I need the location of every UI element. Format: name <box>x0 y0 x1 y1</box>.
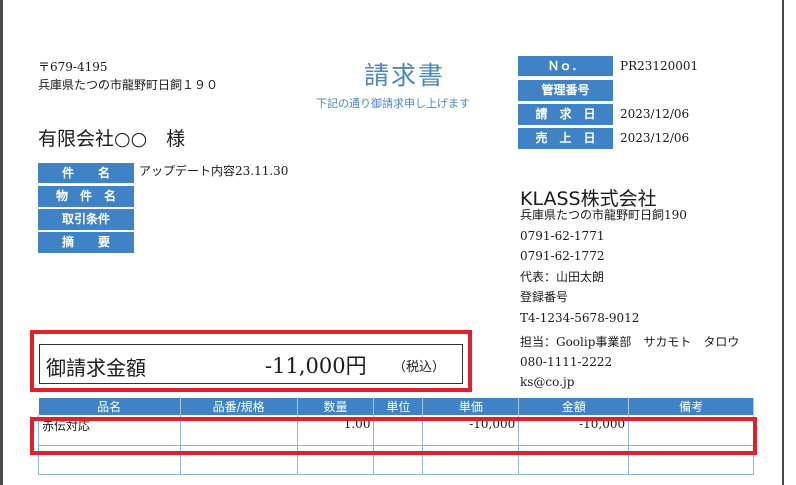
column-header-item-name: 品名 <box>38 398 181 415</box>
total-tax-note: （税込） <box>393 360 446 375</box>
meta-value: 2023/12/06 <box>620 131 690 145</box>
detail-label: 摘 要 <box>38 232 134 253</box>
total-label: 御請求金額 <box>46 356 146 380</box>
issuer-fax: 0791-62-1772 <box>520 249 605 263</box>
meta-label: 売 上 日 <box>518 128 613 149</box>
detail-label: 取引条件 <box>38 209 134 230</box>
issuer-registration-label: 登録番号 <box>520 290 569 304</box>
issuer-contact-email: ks@co.jp <box>520 375 575 389</box>
issuer-contact: 担当：Goolip事業部 サカモト タロウ 080-1111-2222 ks@c… <box>520 332 739 392</box>
issuer-contact-person: 担当：Goolip事業部 サカモト タロウ <box>520 335 740 349</box>
meta-label: 請 求 日 <box>518 104 613 125</box>
detail-value: アップデート内容23.11.30 <box>139 164 289 178</box>
table-header-row: 品名 品番/規格 数量 単位 単価 金額 備考 <box>38 398 754 415</box>
column-header-amount: 金額 <box>518 398 630 415</box>
column-header-unit: 単位 <box>373 398 424 415</box>
meta-label: Ｎｏ． <box>518 56 613 77</box>
page-right-border <box>782 0 784 485</box>
column-header-quantity: 数量 <box>297 398 375 415</box>
column-header-unit-price: 単価 <box>422 398 520 415</box>
recipient-postal: 〒679-4195 <box>38 60 108 74</box>
issuer-contact-phone: 080-1111-2222 <box>520 355 613 369</box>
meta-label: 管理番号 <box>518 80 613 101</box>
total-amount: -11,000円 <box>265 354 367 378</box>
detail-label: 物 件 名 <box>38 186 134 207</box>
issuer-registration-number: T4-1234-5678-9012 <box>520 310 640 325</box>
page-left-border <box>0 0 3 485</box>
meta-value: PR23120001 <box>620 59 699 73</box>
issuer-phone: 0791-62-1771 <box>520 228 605 243</box>
issuer-representative: 代表：山田太朗 <box>520 269 605 284</box>
total-amount-box: 御請求金額 -11,000円 （税込） <box>39 344 463 384</box>
column-header-notes: 備考 <box>628 398 754 415</box>
column-header-part-number: 品番/規格 <box>180 398 298 415</box>
recipient-address: 兵庫県たつの市龍野町日飼１９０ <box>38 78 219 92</box>
detail-label: 件 名 <box>38 163 134 184</box>
document-subtitle: 下記の通り御請求申し上げます <box>316 97 470 110</box>
recipient-name: 有限会社○○ 様 <box>38 128 186 150</box>
issuer-info: 兵庫県たつの市龍野町日飼190 0791-62-1771 0791-62-177… <box>520 205 687 328</box>
row-highlight-box <box>30 417 757 455</box>
document-title: 請求書 <box>364 61 446 90</box>
issuer-address: 兵庫県たつの市龍野町日飼190 <box>520 208 687 222</box>
meta-value: 2023/12/06 <box>620 107 690 121</box>
